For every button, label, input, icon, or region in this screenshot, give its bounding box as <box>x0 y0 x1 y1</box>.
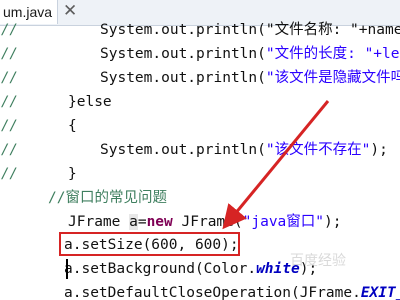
code-line: // System.out.println("文件的长度: "+length); <box>0 43 400 66</box>
code-text: JFrame a=new JFrame("java窗口"); <box>68 211 341 234</box>
code-text: a.setBackground(Color.white); <box>64 258 317 281</box>
code-line: // System.out.println("该文件是隐藏文件吗？"+ <box>0 67 400 90</box>
static-field: EXIT_C <box>360 285 400 300</box>
code-line: // } <box>0 163 400 186</box>
code-line: // }else <box>0 91 400 114</box>
code-call: a.setDefaultCloseOperation(JFrame. <box>64 285 361 300</box>
code-call: System.out.println( <box>100 70 266 86</box>
code-line: JFrame a=new JFrame("java窗口"); <box>0 211 400 234</box>
comment-marker: // <box>1 142 18 158</box>
constructor-call: JFrame( <box>172 214 243 230</box>
code-line: a.setDefaultCloseOperation(JFrame.EXIT_C <box>0 282 400 300</box>
code-text: }else <box>68 94 112 110</box>
comment-marker: // <box>1 22 18 38</box>
code-text: { <box>68 118 77 134</box>
comment-marker: // <box>1 166 18 182</box>
comment-marker: // <box>1 70 18 86</box>
string-literal: "文件的长度: "+length <box>265 46 400 62</box>
code-line: // { <box>0 115 400 138</box>
comment-marker: // <box>1 94 18 110</box>
watermark: 百度经验 <box>290 253 346 269</box>
code-text: a.setDefaultCloseOperation(JFrame.EXIT_C <box>64 282 400 300</box>
code-text: System.out.println("该文件不存在"); <box>100 139 388 162</box>
text-caret <box>66 259 68 279</box>
code-text: } <box>68 166 77 182</box>
code-call: System.out.println( <box>100 46 266 62</box>
keyword-new: new <box>146 214 173 230</box>
string-literal: "java窗口" <box>242 214 325 230</box>
code-call: a.setBackground(Color. <box>64 261 257 277</box>
type-name: JFrame <box>68 214 130 230</box>
tab-label: um.java <box>3 4 53 20</box>
code-line: // System.out.println("该文件不存在"); <box>0 139 400 162</box>
code-call: System.out.println( <box>100 142 266 158</box>
string-literal: "该文件是隐藏文件吗？"+ <box>265 70 400 86</box>
string-literal: "该文件不存在" <box>265 142 371 158</box>
code-line: //窗口的常见问题 <box>0 187 400 210</box>
highlight-box <box>59 232 240 256</box>
comment-text: //窗口的常见问题 <box>48 190 167 206</box>
comment-marker: // <box>1 118 18 134</box>
code-text: System.out.println("文件名称: "+name); <box>100 22 400 38</box>
close-icon[interactable]: ✕ <box>63 1 77 21</box>
code-editor: um.java ✕ // System.out.println("文件名称: "… <box>0 0 400 300</box>
code-end: ); <box>370 142 388 158</box>
code-text: System.out.println("文件的长度: "+length); <box>100 43 400 66</box>
code-end: ); <box>324 214 342 230</box>
comment-marker: // <box>1 46 18 62</box>
variable-name: a <box>129 214 138 230</box>
code-line: // System.out.println("文件名称: "+name); <box>0 19 400 42</box>
code-text: System.out.println("该文件是隐藏文件吗？"+ <box>100 67 400 90</box>
assign-op: = <box>137 214 147 230</box>
